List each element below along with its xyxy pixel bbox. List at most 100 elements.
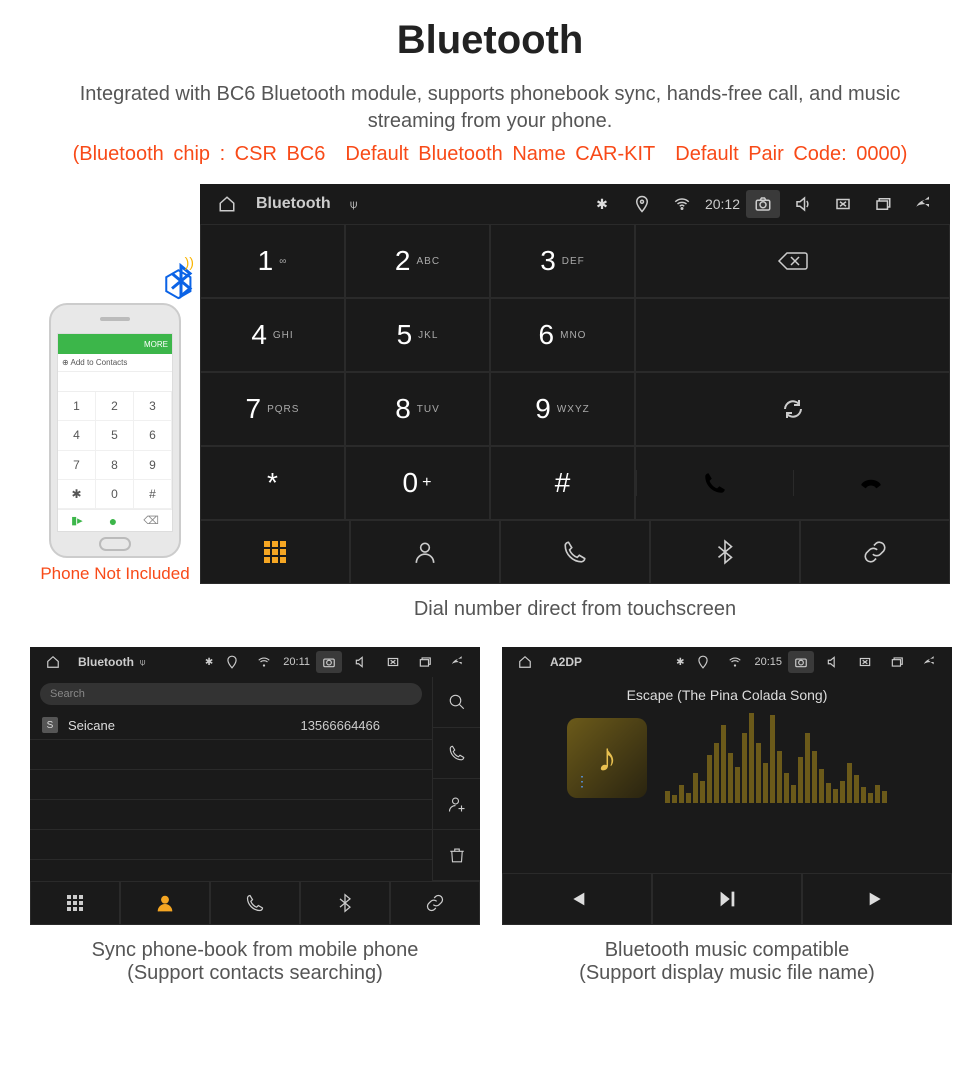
wifi-icon <box>665 190 699 218</box>
clock: 20:11 <box>283 656 310 668</box>
close-icon[interactable] <box>852 651 878 673</box>
camera-icon[interactable] <box>746 190 780 218</box>
contact-tag: S <box>42 717 58 733</box>
dial-key-0[interactable]: 0+ <box>345 446 490 520</box>
side-call-icon[interactable] <box>432 728 480 779</box>
music-statusbar: A2DP ✱ 20:15 <box>502 647 952 677</box>
nav-link[interactable] <box>800 520 950 584</box>
usb-icon: ⍦ <box>337 190 371 218</box>
dialer-screen: Bluetooth ⍦ ✱ 20:12 1∞2ABC3DEF 4GHI5JKL6M… <box>200 184 950 584</box>
recent-icon[interactable] <box>884 651 910 673</box>
wifi-icon <box>722 651 748 673</box>
music-caption: Bluetooth music compatible (Support disp… <box>502 939 952 985</box>
statusbar-title: Bluetooth <box>256 195 331 213</box>
back-icon[interactable] <box>444 651 470 673</box>
phone-caption: Phone Not Included <box>30 564 200 584</box>
phone-key: 4 <box>58 421 96 450</box>
clock: 20:15 <box>754 656 782 668</box>
home-icon[interactable] <box>40 651 66 673</box>
phone-key: 6 <box>134 421 172 450</box>
nav-bluetooth[interactable] <box>650 520 800 584</box>
nav-recents[interactable] <box>500 520 650 584</box>
statusbar-title: A2DP <box>550 655 582 669</box>
phone-video-icon: ▮▸ <box>71 514 83 527</box>
phone-key: 1 <box>58 392 96 421</box>
gps-icon <box>690 651 716 673</box>
recent-icon[interactable] <box>412 651 438 673</box>
refresh-button[interactable] <box>635 372 950 446</box>
close-icon[interactable] <box>380 651 406 673</box>
nav-keypad[interactable] <box>30 881 120 925</box>
phone-key: 8 <box>96 451 134 480</box>
phone-key: 2 <box>96 392 134 421</box>
back-icon[interactable] <box>906 190 940 218</box>
contact-number: 13566664466 <box>300 718 380 733</box>
close-icon[interactable] <box>826 190 860 218</box>
phone-call-icon: ● <box>109 513 117 529</box>
contact-row[interactable]: S Seicane 13566664466 <box>30 711 432 740</box>
volume-icon[interactable] <box>786 190 820 218</box>
dialer-statusbar: Bluetooth ⍦ ✱ 20:12 <box>200 184 950 224</box>
wifi-icon <box>251 651 277 673</box>
back-icon[interactable] <box>916 651 942 673</box>
clock: 20:12 <box>705 196 740 212</box>
search-input[interactable]: Search <box>40 683 422 705</box>
phone-key: 0 <box>96 480 134 509</box>
volume-icon[interactable] <box>348 651 374 673</box>
recent-icon[interactable] <box>866 190 900 218</box>
volume-icon[interactable] <box>820 651 846 673</box>
dial-key-3[interactable]: 3DEF <box>490 224 635 298</box>
play-pause-button[interactable] <box>652 873 802 925</box>
side-delete-icon[interactable] <box>432 830 480 881</box>
call-accept-button[interactable] <box>636 470 793 496</box>
phonebook-statusbar: Bluetooth ⍦ ✱ 20:11 <box>30 647 480 677</box>
dial-key-#[interactable]: # <box>490 446 635 520</box>
phone-key: 7 <box>58 451 96 480</box>
phone-home-button <box>99 537 131 551</box>
nav-link[interactable] <box>390 881 480 925</box>
phone-device: MORE ⊕ Add to Contacts 123456789✱0# ▮▸ ●… <box>49 303 181 558</box>
bt-status-icon: ✱ <box>585 190 619 218</box>
phone-key: 9 <box>134 451 172 480</box>
nav-recents[interactable] <box>210 881 300 925</box>
page-title: Bluetooth <box>30 0 950 63</box>
call-end-button[interactable] <box>793 470 950 496</box>
gps-icon <box>219 651 245 673</box>
home-icon[interactable] <box>512 651 538 673</box>
empty-slot <box>635 298 950 372</box>
side-search-icon[interactable] <box>432 677 480 728</box>
dialer-caption: Dial number direct from touchscreen <box>30 598 950 621</box>
phone-back-icon: ⌫ <box>143 514 159 527</box>
dial-key-9[interactable]: 9WXYZ <box>490 372 635 446</box>
camera-icon[interactable] <box>788 651 814 673</box>
visualizer <box>665 713 887 803</box>
phone-statusbar: MORE <box>58 334 172 354</box>
nav-bluetooth[interactable] <box>300 881 390 925</box>
dial-key-2[interactable]: 2ABC <box>345 224 490 298</box>
nav-contacts[interactable] <box>350 520 500 584</box>
home-icon[interactable] <box>210 190 244 218</box>
nav-keypad[interactable] <box>200 520 350 584</box>
dial-key-7[interactable]: 7PQRS <box>200 372 345 446</box>
music-screen: A2DP ✱ 20:15 Escape (The Pina Colada Son… <box>502 647 952 925</box>
camera-icon[interactable] <box>316 651 342 673</box>
statusbar-title: Bluetooth <box>78 655 134 669</box>
next-track-button[interactable] <box>802 873 952 925</box>
phone-add-contacts: ⊕ Add to Contacts <box>58 354 172 372</box>
music-note-icon: ♪ <box>597 736 617 781</box>
bluetooth-icon: ⬡ )) <box>163 263 194 305</box>
phone-key: # <box>134 480 172 509</box>
dial-key-6[interactable]: 6MNO <box>490 298 635 372</box>
side-add-icon[interactable] <box>432 779 480 830</box>
contact-name: Seicane <box>68 718 115 733</box>
dial-key-5[interactable]: 5JKL <box>345 298 490 372</box>
dial-key-4[interactable]: 4GHI <box>200 298 345 372</box>
dial-key-8[interactable]: 8TUV <box>345 372 490 446</box>
backspace-button[interactable] <box>635 224 950 298</box>
nav-contacts[interactable] <box>120 881 210 925</box>
phonebook-screen: Bluetooth ⍦ ✱ 20:11 Search <box>30 647 480 925</box>
prev-track-button[interactable] <box>502 873 652 925</box>
dial-key-*[interactable]: * <box>200 446 345 520</box>
dial-key-1[interactable]: 1∞ <box>200 224 345 298</box>
phone-key: ✱ <box>58 480 96 509</box>
